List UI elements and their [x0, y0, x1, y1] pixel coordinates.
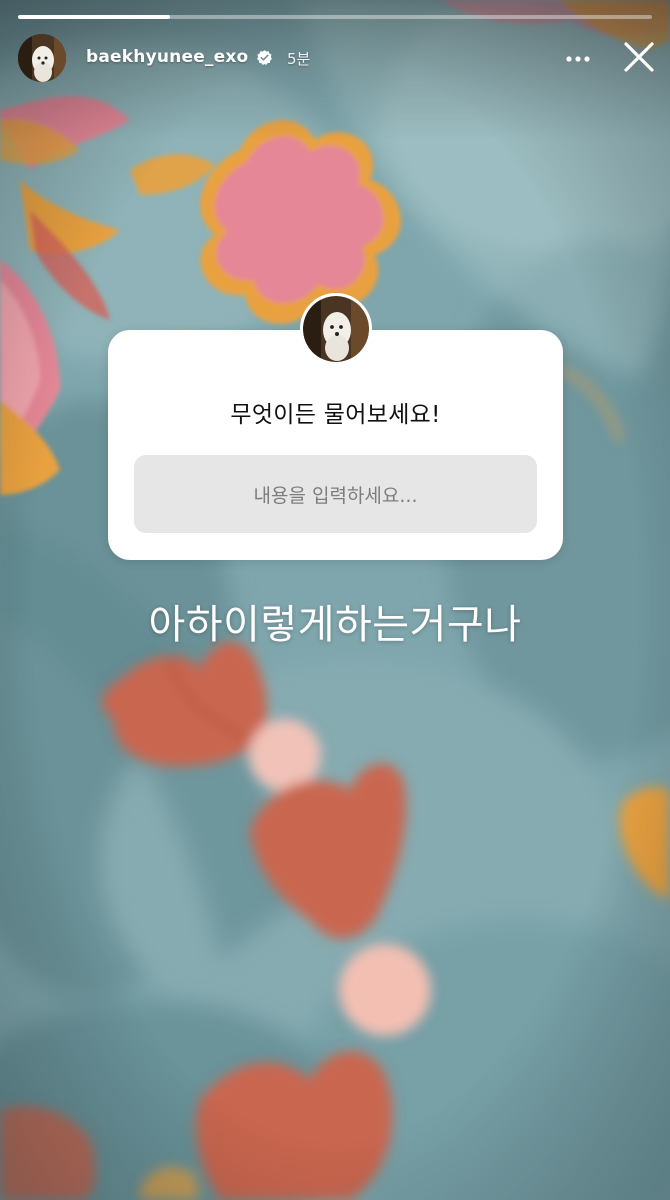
story-progress-fill: [18, 15, 171, 19]
more-options-icon[interactable]: [563, 44, 593, 74]
avatar[interactable]: [18, 34, 66, 82]
story-viewer[interactable]: baekhyunee_exo 5분 무엇이든 물어보세요! 내용을 입력하세요.…: [0, 0, 670, 1200]
question-answer-input[interactable]: 내용을 입력하세요...: [134, 455, 537, 533]
close-icon[interactable]: [622, 40, 656, 74]
story-progress-bar: [18, 15, 652, 19]
post-time: 5분: [287, 50, 311, 68]
verified-badge-icon: [257, 50, 272, 65]
question-sticker-title: 무엇이든 물어보세요!: [230, 402, 441, 428]
story-header: baekhyunee_exo 5분: [18, 34, 654, 84]
username[interactable]: baekhyunee_exo: [86, 47, 248, 67]
question-sticker-avatar: [300, 293, 372, 365]
story-caption-text: 아하이렇게하는거구나: [148, 602, 522, 648]
avatar-image: [18, 34, 66, 82]
